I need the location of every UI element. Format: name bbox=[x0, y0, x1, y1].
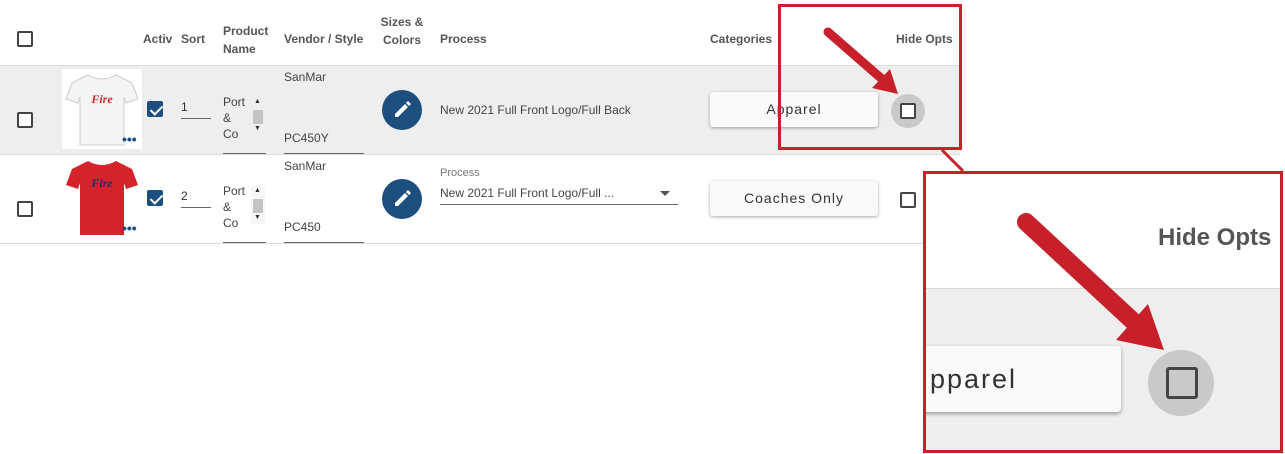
zoom-arrow bbox=[1017, 213, 1164, 350]
zoom-inset: Hide Opts pparel bbox=[923, 171, 1283, 453]
